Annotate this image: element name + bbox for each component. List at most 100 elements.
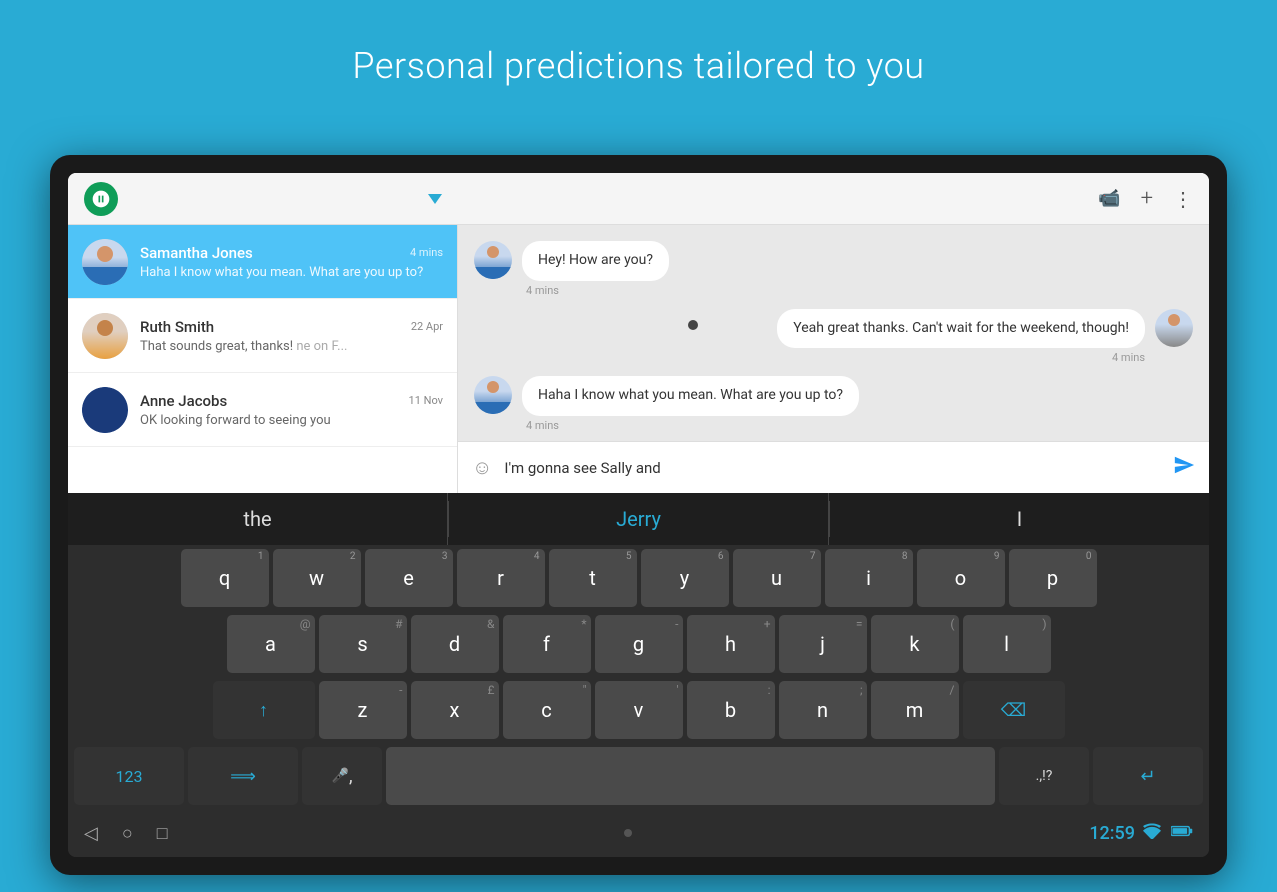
conversations-sidebar: Samantha Jones 4 mins Haha I know what y… <box>68 225 458 493</box>
hangouts-topbar: 📹 + ⋮ <box>68 173 1209 225</box>
convo-anne-time: 11 Nov <box>409 394 443 407</box>
msg-bubble-1: Hey! How are you? <box>522 241 669 281</box>
convo-samantha-name: Samantha Jones <box>140 244 253 262</box>
convo-ruth-time: 22 Apr <box>411 320 443 333</box>
recent-button[interactable]: □ <box>157 823 168 844</box>
emoji-button[interactable]: ☺ <box>472 455 492 480</box>
keyboard-area: the Jerry I 1 q <box>68 493 1209 857</box>
enter-icon: ↵ <box>1140 766 1155 787</box>
convo-samantha-header: Samantha Jones 4 mins <box>140 244 443 262</box>
key-j[interactable]: = j <box>779 615 867 673</box>
topbar-actions: 📹 + ⋮ <box>1098 186 1193 211</box>
msg-time-2: 4 mins <box>1108 351 1145 364</box>
conversation-anne[interactable]: Anne Jacobs 11 Nov OK looking forward to… <box>68 373 457 447</box>
key-shift[interactable]: ↑ <box>213 681 315 739</box>
keyboard-row-2: @ a # s & d * f <box>68 611 1209 677</box>
key-y[interactable]: 6 y <box>641 549 729 607</box>
key-a[interactable]: @ a <box>227 615 315 673</box>
conversation-ruth[interactable]: Ruth Smith 22 Apr That sounds great, tha… <box>68 299 457 373</box>
key-c[interactable]: " c <box>503 681 591 739</box>
home-indicator <box>168 829 1090 837</box>
mic-sub-icon: 🎤 <box>332 768 349 784</box>
chat-input[interactable]: I'm gonna see Sally and <box>504 459 1173 477</box>
keyboard-row-3: ↑ - z £ x " c ' <box>68 677 1209 743</box>
conversation-samantha[interactable]: Samantha Jones 4 mins Haha I know what y… <box>68 225 457 299</box>
key-t[interactable]: 5 t <box>549 549 637 607</box>
key-comma[interactable]: 🎤 , <box>302 747 382 805</box>
convo-anne-name: Anne Jacobs <box>140 392 227 410</box>
hangouts-logo <box>84 182 118 216</box>
key-k[interactable]: ( k <box>871 615 959 673</box>
punct-label: .,!? <box>1036 768 1053 784</box>
key-w[interactable]: 2 w <box>273 549 361 607</box>
key-n[interactable]: ; n <box>779 681 867 739</box>
key-x[interactable]: £ x <box>411 681 499 739</box>
key-l[interactable]: ) l <box>963 615 1051 673</box>
page-background: Personal predictions tailored to you <box>0 0 1277 892</box>
camera-dot <box>688 320 698 330</box>
key-123[interactable]: 123 <box>74 747 184 805</box>
avatar-samantha <box>82 239 128 285</box>
key-enter[interactable]: ↵ <box>1093 747 1203 805</box>
msg-bubble-wrap-3: Haha I know what you mean. What are you … <box>522 376 859 432</box>
tablet-screen: 📹 + ⋮ <box>68 173 1209 857</box>
key-punct[interactable]: .,!? <box>999 747 1089 805</box>
sys-icons-right: 12:59 <box>1089 823 1193 844</box>
avatar-ruth <box>82 313 128 359</box>
key-q[interactable]: 1 q <box>181 549 269 607</box>
home-button[interactable]: ○ <box>122 823 133 844</box>
msg-avatar-2 <box>1155 309 1193 347</box>
msg-bubble-wrap-2: Yeah great thanks. Can't wait for the we… <box>777 309 1145 365</box>
add-icon[interactable]: + <box>1141 186 1153 211</box>
key-u[interactable]: 7 u <box>733 549 821 607</box>
key-swipe[interactable]: ⟹ <box>188 747 298 805</box>
msg-avatar-3 <box>474 376 512 414</box>
home-dot <box>624 829 632 837</box>
chat-panel: Hey! How are you? 4 mins Yeah great than… <box>458 225 1209 493</box>
key-v[interactable]: ' v <box>595 681 683 739</box>
more-options-icon[interactable]: ⋮ <box>1173 187 1193 211</box>
video-call-icon[interactable]: 📹 <box>1098 188 1120 209</box>
tablet-device: 📹 + ⋮ <box>50 155 1227 875</box>
num-label: 123 <box>116 767 143 786</box>
key-f[interactable]: * f <box>503 615 591 673</box>
convo-anne-content: Anne Jacobs 11 Nov OK looking forward to… <box>140 392 443 428</box>
battery-icon <box>1171 824 1193 842</box>
convo-anne-preview: OK looking forward to seeing you <box>140 413 443 428</box>
prediction-i[interactable]: I <box>830 493 1209 545</box>
chat-messages: Hey! How are you? 4 mins Yeah great than… <box>458 225 1209 441</box>
key-d[interactable]: & d <box>411 615 499 673</box>
msg-time-3: 4 mins <box>522 419 859 432</box>
swipe-icon: ⟹ <box>230 766 256 787</box>
key-z[interactable]: - z <box>319 681 407 739</box>
system-bar: ◁ ○ □ 12:59 <box>68 809 1209 857</box>
send-button[interactable] <box>1173 454 1195 481</box>
convo-samantha-preview: Haha I know what you mean. What are you … <box>140 265 443 280</box>
message-row-1: Hey! How are you? 4 mins <box>474 241 1193 297</box>
key-p[interactable]: 0 p <box>1009 549 1097 607</box>
page-title: Personal predictions tailored to you <box>0 0 1277 117</box>
key-i[interactable]: 8 i <box>825 549 913 607</box>
key-o[interactable]: 9 o <box>917 549 1005 607</box>
convo-ruth-preview: That sounds great, thanks! ne on F... <box>140 339 443 354</box>
key-e[interactable]: 3 e <box>365 549 453 607</box>
msg-bubble-wrap-1: Hey! How are you? 4 mins <box>522 241 669 297</box>
convo-anne-header: Anne Jacobs 11 Nov <box>140 392 443 410</box>
back-button[interactable]: ◁ <box>84 823 98 844</box>
message-row-3: Haha I know what you mean. What are you … <box>474 376 1193 432</box>
key-m[interactable]: / m <box>871 681 959 739</box>
convo-samantha-content: Samantha Jones 4 mins Haha I know what y… <box>140 244 443 280</box>
prediction-the[interactable]: the <box>68 493 448 545</box>
prediction-jerry[interactable]: Jerry <box>449 493 829 545</box>
key-r[interactable]: 4 r <box>457 549 545 607</box>
key-backspace[interactable]: ⌫ <box>963 681 1065 739</box>
key-s[interactable]: # s <box>319 615 407 673</box>
key-b[interactable]: : b <box>687 681 775 739</box>
msg-avatar-1 <box>474 241 512 279</box>
convo-ruth-content: Ruth Smith 22 Apr That sounds great, tha… <box>140 318 443 354</box>
triangle-indicator <box>428 194 442 204</box>
key-h[interactable]: + h <box>687 615 775 673</box>
key-space[interactable] <box>386 747 995 805</box>
key-g[interactable]: - g <box>595 615 683 673</box>
chat-area: Samantha Jones 4 mins Haha I know what y… <box>68 225 1209 493</box>
